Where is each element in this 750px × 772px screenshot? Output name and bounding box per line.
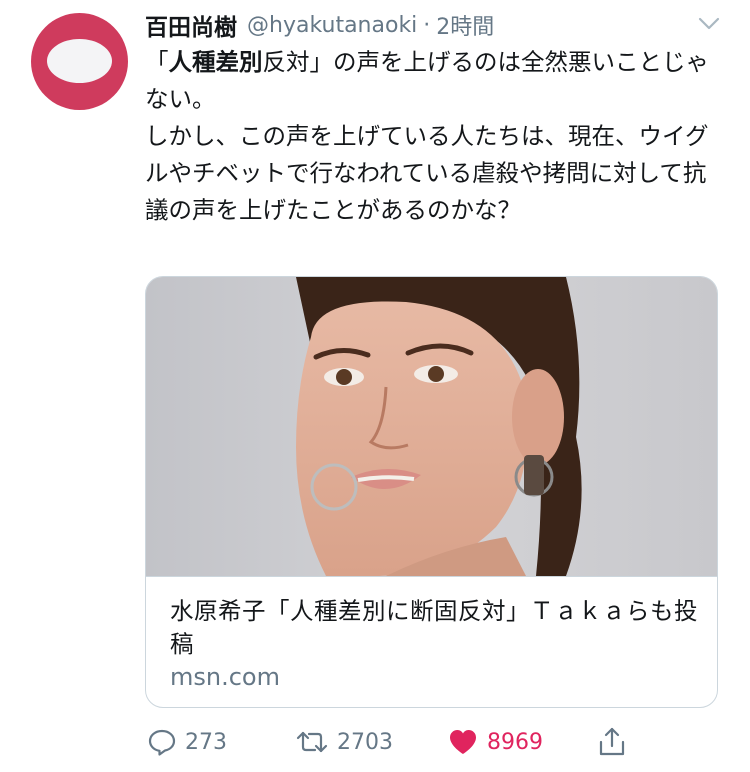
card-photo	[146, 277, 717, 576]
reply-button[interactable]: 273	[147, 722, 227, 762]
author-handle[interactable]: @hyakutanaoki	[247, 13, 417, 38]
card-image	[146, 277, 717, 576]
chevron-down-icon[interactable]	[698, 16, 720, 32]
avatar[interactable]	[31, 13, 128, 110]
retweet-button[interactable]: 2703	[295, 722, 393, 762]
tweet-header: 百田尚樹 @hyakutanaoki · 2時間	[145, 8, 705, 42]
link-card[interactable]: 水原希子「人種差別に断固反対」Ｔａｋａらも投稿 msn.com	[145, 276, 718, 708]
tweet-paragraph-1: 「人種差別反対」の声を上げるのは全然悪いことじゃない。	[145, 44, 720, 118]
separator-dot: ·	[423, 12, 431, 38]
card-domain: msn.com	[170, 663, 280, 691]
tweet-timestamp[interactable]: 2時間	[436, 9, 494, 41]
share-button[interactable]	[597, 722, 635, 762]
heart-icon	[450, 730, 476, 754]
reply-count: 273	[185, 729, 227, 755]
like-count: 8969	[487, 729, 543, 755]
tweet-highlight: 人種差別	[168, 48, 263, 76]
retweet-count: 2703	[337, 729, 393, 755]
tweet-actions: 273 2703 8969	[145, 722, 725, 762]
avatar-image	[47, 39, 112, 83]
tweet-paragraph-2: しかし、この声を上げている人たちは、現在、ウイグルやチベットで行なわれている虐殺…	[145, 122, 709, 224]
card-body: 水原希子「人種差別に断固反対」Ｔａｋａらも投稿 msn.com	[146, 576, 717, 707]
author-name[interactable]: 百田尚樹	[145, 8, 237, 42]
retweet-icon	[296, 731, 328, 753]
bracket-open: 「	[145, 48, 169, 76]
share-icon	[599, 727, 625, 756]
like-button[interactable]: 8969	[447, 722, 543, 762]
tweet-text: 「人種差別反対」の声を上げるのは全然悪いことじゃない。 しかし、この声を上げてい…	[145, 44, 720, 229]
speech-bubble-icon	[148, 729, 176, 756]
card-title: 水原希子「人種差別に断固反対」Ｔａｋａらも投稿	[170, 597, 698, 658]
